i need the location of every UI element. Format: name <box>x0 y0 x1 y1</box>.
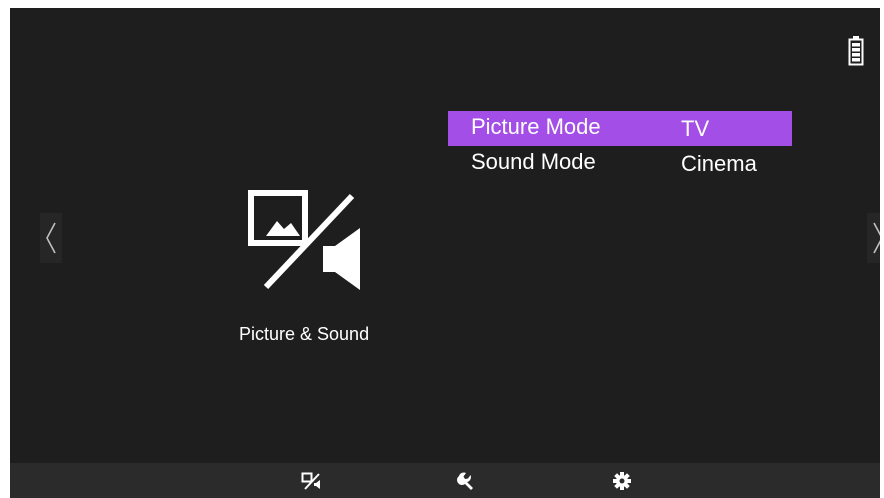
menu-item-picture-mode[interactable]: Picture Mode TV <box>448 111 792 146</box>
menu-item-label: Sound Mode <box>471 149 596 174</box>
settings-menu: Picture Mode TV Sound Mode Cinema <box>448 111 792 181</box>
menu-item-value: Cinema <box>681 151 757 176</box>
picture-sound-icon <box>301 472 320 490</box>
bottom-tab-bar <box>10 463 880 498</box>
chevron-left-icon <box>46 222 56 254</box>
previous-category-button[interactable] <box>40 213 62 263</box>
menu-item-sound-mode[interactable]: Sound Mode Cinema <box>448 146 792 181</box>
menu-item-value: TV <box>681 116 710 141</box>
gear-icon <box>613 472 631 490</box>
menu-item-label: Picture Mode <box>471 114 601 139</box>
tab-tools[interactable] <box>453 470 479 492</box>
tab-picture-sound[interactable] <box>298 470 324 492</box>
chevron-right-icon <box>873 222 880 254</box>
tab-settings[interactable] <box>609 470 635 492</box>
next-category-button[interactable] <box>867 213 880 263</box>
picture-sound-icon <box>248 190 360 290</box>
tv-menu-screen: Picture & Sound Picture Mode TV Sound Mo… <box>10 8 880 498</box>
battery-icon <box>848 36 864 66</box>
wrench-icon <box>457 472 473 490</box>
category-label: Picture & Sound <box>239 324 370 344</box>
